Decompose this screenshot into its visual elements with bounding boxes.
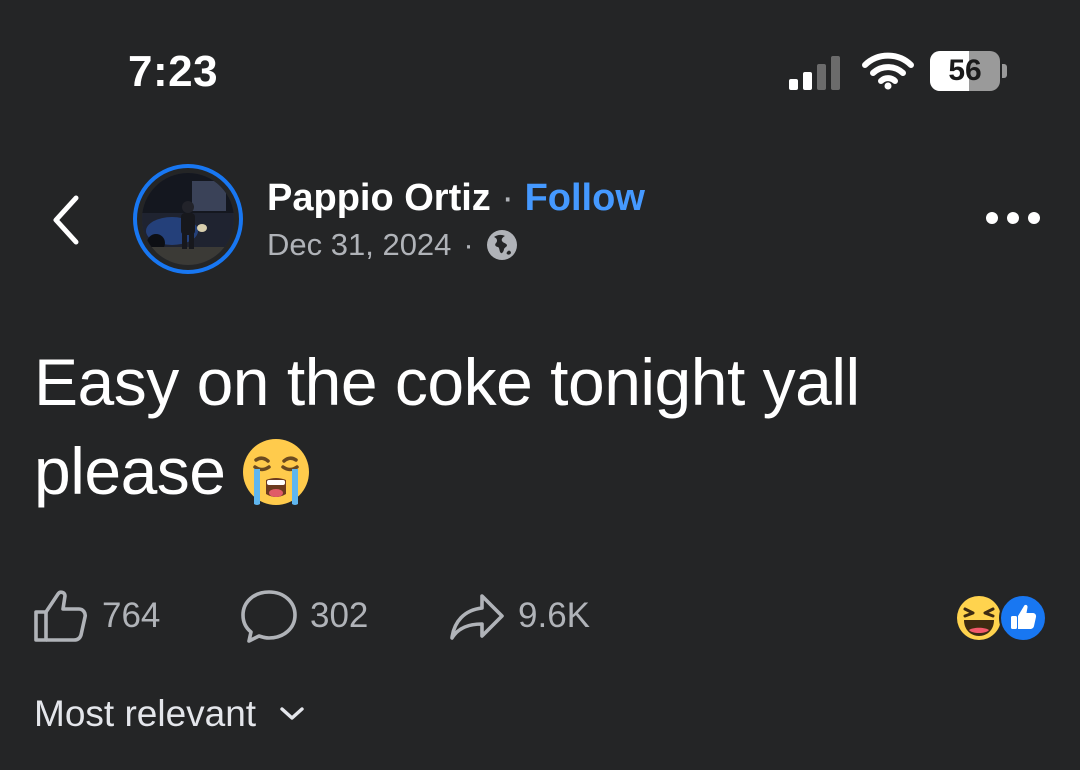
more-horizontal-icon[interactable]: [984, 206, 1042, 230]
signal-icon: [789, 56, 840, 90]
comment-sort-dropdown[interactable]: Most relevant: [34, 690, 306, 738]
sort-label: Most relevant: [34, 693, 257, 734]
like-reaction-icon: [999, 594, 1047, 642]
post-meta: Dec 31, 2024 ·: [267, 226, 518, 264]
post-date[interactable]: Dec 31, 2024: [267, 226, 451, 264]
chevron-down-icon: [280, 707, 304, 720]
meta-separator: ·: [463, 227, 474, 262]
profile-photo: [142, 173, 234, 265]
like-count: 764: [102, 596, 161, 635]
post-text-content: Easy on the coke tonight yall please: [34, 345, 860, 508]
post-text: Easy on the coke tonight yall please: [34, 338, 1044, 516]
share-button[interactable]: 9.6K: [448, 588, 590, 644]
separator-dot: ·: [501, 177, 515, 219]
like-button[interactable]: 764: [32, 588, 160, 644]
loudly-crying-face-icon: [242, 439, 309, 505]
share-arrow-icon: [450, 594, 504, 640]
avatar[interactable]: [133, 164, 243, 274]
author-name[interactable]: Pappio Ortiz: [267, 177, 491, 219]
back-chevron-icon[interactable]: [44, 192, 90, 248]
battery-percent: 56: [948, 54, 982, 87]
comment-bubble-icon: [241, 590, 297, 643]
comment-count: 302: [310, 596, 369, 635]
thumbs-up-icon: [34, 590, 87, 642]
haha-reaction-icon: [957, 596, 1001, 640]
battery-nub: [1002, 64, 1007, 78]
status-time: 7:23: [128, 47, 219, 96]
reaction-summary[interactable]: [955, 594, 1050, 642]
author-line: Pappio Ortiz · Follow: [267, 176, 645, 220]
follow-button[interactable]: Follow: [525, 177, 645, 219]
share-count: 9.6K: [518, 596, 590, 635]
globe-icon: [486, 230, 517, 260]
wifi-icon: [862, 52, 914, 90]
battery-icon: 56: [930, 51, 1000, 91]
comment-button[interactable]: 302: [240, 588, 368, 644]
